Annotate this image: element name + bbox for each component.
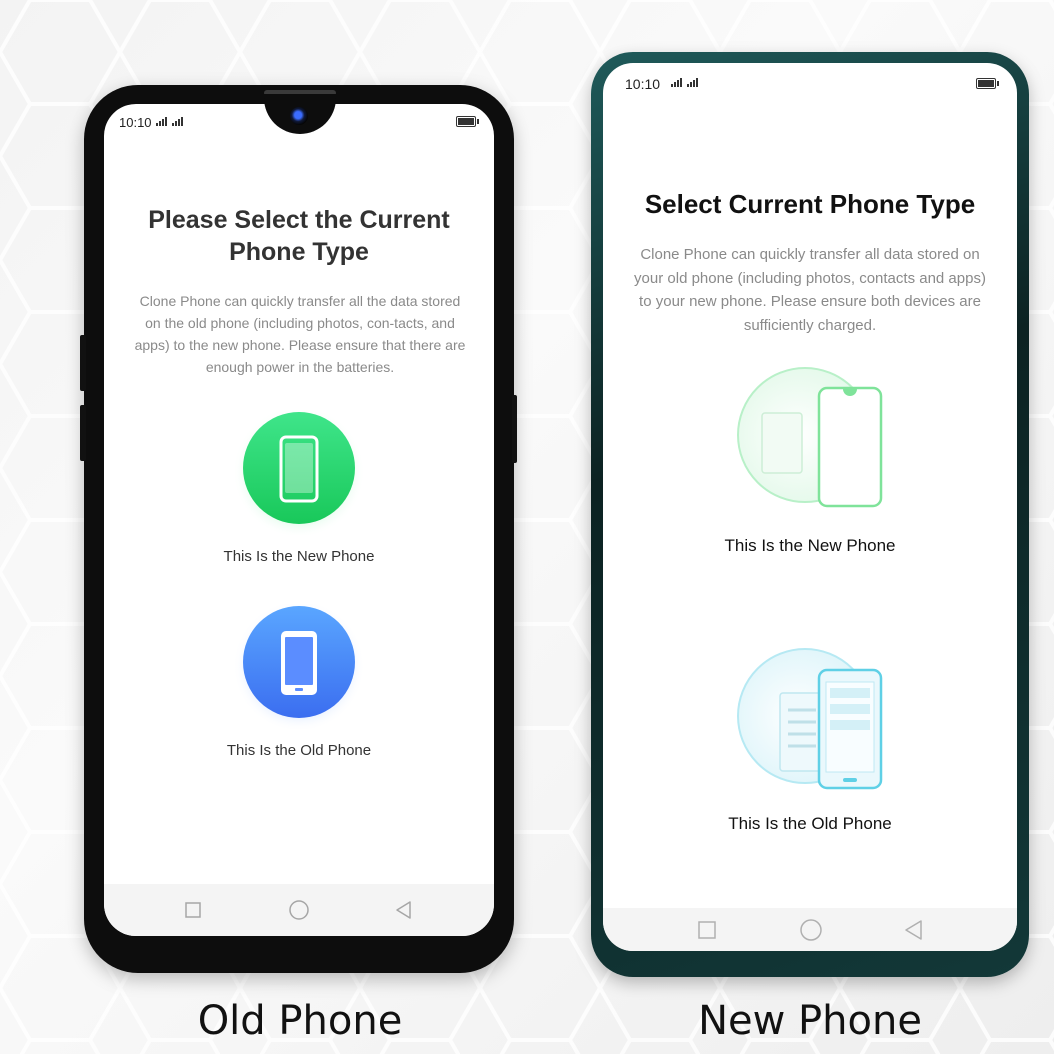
signal-icon xyxy=(671,78,698,87)
status-time: 10:10 xyxy=(625,76,661,92)
page-title: Please Select the Current Phone Type xyxy=(148,206,450,266)
signal-icon xyxy=(156,117,183,126)
new-phone-caption: New Phone xyxy=(698,998,922,1044)
old-phone-label: This Is the Old Phone xyxy=(728,814,892,833)
new-phone-label: This Is the New Phone xyxy=(223,548,375,565)
front-camera-icon xyxy=(290,107,308,125)
status-time: 10:10 xyxy=(119,115,152,130)
recent-apps-icon[interactable] xyxy=(697,920,717,940)
new-phone-label: This Is the New Phone xyxy=(724,536,896,555)
volume-up-button xyxy=(80,335,86,391)
navigation-bar xyxy=(603,908,1017,951)
page-description: Clone Phone can quickly transfer all dat… xyxy=(634,246,986,334)
navigation-bar xyxy=(104,884,494,936)
new-phone-illustration xyxy=(737,367,883,508)
volume-down-button xyxy=(80,405,86,461)
battery-icon xyxy=(976,78,999,89)
power-button xyxy=(512,395,517,463)
home-icon[interactable] xyxy=(799,918,823,942)
new-phone-option-icon xyxy=(233,410,365,535)
old-phone-illustration xyxy=(737,648,883,790)
option-new-phone[interactable]: This Is the New Phone xyxy=(194,410,404,570)
home-icon[interactable] xyxy=(288,899,310,921)
page-title: Select Current Phone Type xyxy=(644,189,976,219)
old-phone-label: This Is the Old Phone xyxy=(226,742,372,759)
old-phone-option-icon xyxy=(233,604,365,729)
back-icon[interactable] xyxy=(903,919,925,941)
recent-apps-icon[interactable] xyxy=(184,901,202,919)
option-old-phone[interactable]: This Is the Old Phone xyxy=(700,638,920,843)
old-phone-screen: 10:10 Please Select the Current Phone Ty… xyxy=(104,104,494,936)
back-icon[interactable] xyxy=(394,900,414,920)
option-old-phone[interactable]: This Is the Old Phone xyxy=(194,604,404,764)
option-new-phone[interactable]: This Is the New Phone xyxy=(700,358,920,563)
battery-icon xyxy=(456,116,479,127)
status-bar: 10:10 xyxy=(603,63,1017,93)
old-phone-caption: Old Phone xyxy=(197,998,403,1044)
new-phone-screen: 10:10 Select Current Phone Type Clone Ph… xyxy=(603,63,1017,951)
page-description: Clone Phone can quickly transfer all the… xyxy=(134,293,466,375)
